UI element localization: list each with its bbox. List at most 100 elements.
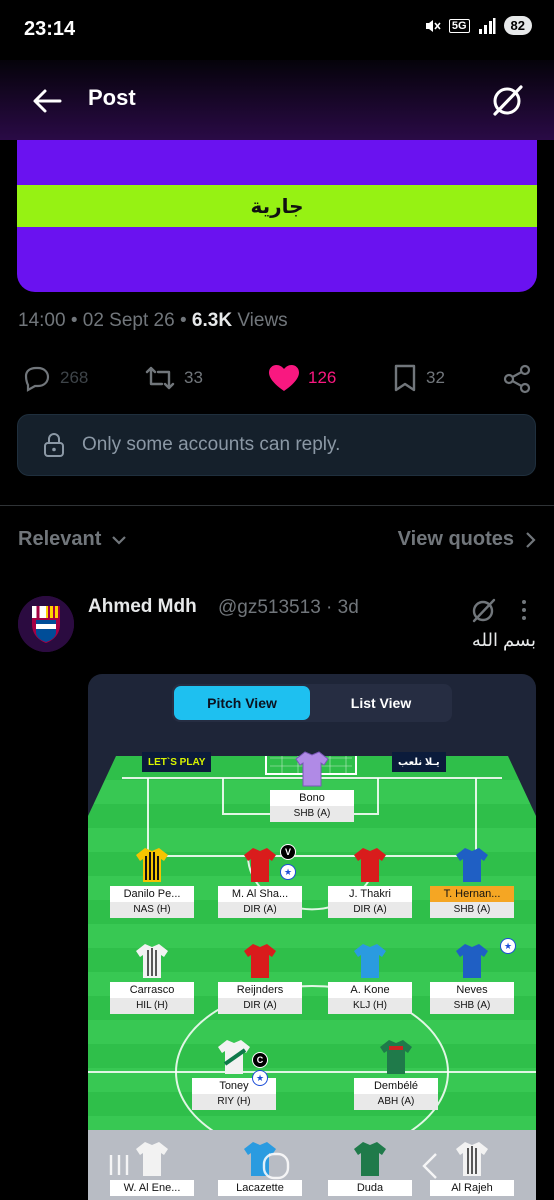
list-view-tab[interactable]: List View [312, 686, 450, 720]
jersey-icon [136, 944, 168, 978]
app-header: Post [0, 60, 554, 140]
reply-handle-text: @gz513513 [218, 597, 321, 618]
bookmark-button[interactable]: 32 [392, 364, 445, 392]
player-name: Carrasco [110, 982, 194, 998]
player-card[interactable]: Dembélé ABH (A) [354, 1038, 438, 1110]
captain-badge: C [252, 1052, 268, 1068]
battery-level: 82 [503, 16, 532, 35]
player-name: M. Al Sha... [218, 886, 302, 902]
player-card[interactable]: Neves SHB (A) ★ [430, 938, 516, 1014]
star-icon: ★ [280, 864, 296, 880]
divider [0, 505, 554, 506]
lock-icon [44, 433, 64, 457]
jersey-icon [218, 1040, 250, 1074]
jersey-icon [295, 751, 329, 787]
status-time: 23:14 [24, 18, 76, 40]
bookmark-icon [394, 364, 416, 392]
repost-count: 33 [184, 368, 203, 387]
like-count: 126 [308, 368, 337, 387]
player-name: Reijnders [218, 982, 302, 998]
post-image[interactable]: جارية [17, 140, 537, 292]
star-icon: ★ [500, 938, 516, 954]
reply-age: · 3d [326, 597, 359, 618]
player-fixture: RIY (H) [192, 1094, 276, 1110]
post-actions: 268 33 126 32 [18, 358, 536, 398]
page-title: Post [88, 85, 136, 110]
grok-icon[interactable] [470, 596, 498, 624]
heart-icon [269, 365, 299, 391]
back-arrow-icon[interactable] [30, 84, 64, 118]
relevant-label: Relevant [18, 528, 102, 550]
reply-button[interactable]: 268 [22, 364, 88, 392]
player-fixture: SHB (A) [430, 998, 514, 1014]
views-count: 6.3K [191, 310, 233, 331]
banner-text: جارية [17, 185, 537, 227]
repost-button[interactable]: 33 [144, 364, 203, 392]
post-time: 14:00 [18, 310, 66, 331]
sponsor-board-right: يـلا نلعب [392, 752, 446, 772]
jersey-icon [456, 848, 488, 882]
bookmark-count: 32 [426, 368, 445, 387]
player-card[interactable]: T. Hernan... SHB (A) [430, 846, 514, 918]
like-button[interactable]: 126 [268, 364, 336, 392]
view-quotes-button[interactable]: View quotes [398, 528, 536, 551]
reply-author-handle: @gz513513 · 3d [218, 597, 359, 619]
player-name: Neves [430, 982, 514, 998]
jersey-icon [354, 848, 386, 882]
club-crest-icon [18, 596, 74, 652]
relevant-sort-button[interactable]: Relevant [18, 528, 127, 551]
chevron-right-icon [526, 531, 536, 548]
network-label: 5G [448, 18, 470, 33]
reply-image[interactable]: Pitch View List View LET`S PLAY يـلا نلع… [88, 674, 536, 1200]
jersey-icon [136, 848, 168, 882]
comment-icon [24, 366, 50, 392]
jersey-icon [456, 944, 488, 978]
player-fixture: DIR (A) [328, 902, 412, 918]
player-fixture: DIR (A) [218, 902, 302, 918]
status-icons: 5G 82 [423, 16, 532, 35]
share-icon[interactable] [502, 364, 532, 394]
grok-icon[interactable] [490, 82, 526, 118]
player-name: Bono [270, 790, 354, 806]
player-card[interactable]: Danilo Pe... NAS (H) [110, 846, 194, 918]
reply-restriction-text: Only some accounts can reply. [82, 434, 341, 455]
player-fixture: SHB (A) [430, 902, 514, 918]
player-name: T. Hernan... [430, 886, 514, 902]
mute-icon [425, 19, 441, 32]
jersey-icon [380, 1040, 412, 1074]
player-fixture: KLJ (H) [328, 998, 412, 1014]
reply-text: بسم الله [471, 630, 536, 650]
more-options-icon[interactable] [518, 598, 530, 622]
reply-author-name[interactable]: Ahmed Mdh [88, 596, 197, 618]
jersey-icon [354, 944, 386, 978]
player-fixture: HIL (H) [110, 998, 194, 1014]
player-name: J. Thakri [328, 886, 412, 902]
player-card[interactable]: J. Thakri DIR (A) [328, 846, 412, 918]
signal-icon [478, 17, 496, 34]
sponsor-board-left: LET`S PLAY [142, 752, 212, 772]
status-bar: 23:14 5G 82 [0, 0, 554, 60]
player-card[interactable]: Bono SHB (A) [270, 750, 354, 822]
jersey-icon [244, 944, 276, 978]
vice-captain-badge: V [280, 844, 296, 860]
replies-sort-bar: Relevant View quotes [18, 528, 536, 558]
pitch-view-tab[interactable]: Pitch View [174, 686, 310, 720]
system-nav-bar [0, 1132, 554, 1200]
star-icon: ★ [252, 1070, 268, 1086]
player-card[interactable]: M. Al Sha... DIR (A) V ★ [218, 844, 302, 918]
recent-apps-icon[interactable] [106, 1152, 132, 1178]
player-name: Danilo Pe... [110, 886, 194, 902]
post-date: 02 Sept 26 [82, 310, 175, 331]
player-card[interactable]: Carrasco HIL (H) [110, 942, 194, 1014]
repost-icon [145, 366, 175, 390]
player-name: A. Kone [328, 982, 412, 998]
player-fixture: NAS (H) [110, 902, 194, 918]
player-name: Dembélé [354, 1078, 438, 1094]
avatar[interactable] [18, 596, 74, 652]
back-icon[interactable] [420, 1152, 440, 1180]
player-card[interactable]: Toney RIY (H) C ★ [192, 1038, 276, 1110]
post-meta: 14:00 • 02 Sept 26 • 6.3K Views [18, 310, 288, 331]
player-card[interactable]: A. Kone KLJ (H) [328, 942, 412, 1014]
player-card[interactable]: Reijnders DIR (A) [218, 942, 302, 1014]
home-icon[interactable] [262, 1152, 290, 1180]
